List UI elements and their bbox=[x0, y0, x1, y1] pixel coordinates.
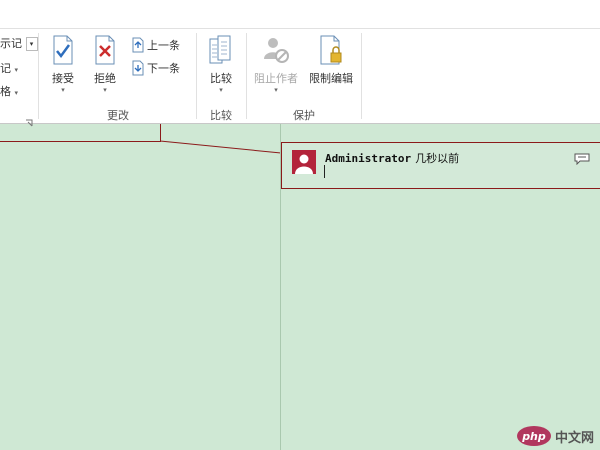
chevron-down-icon: ▾ bbox=[103, 86, 107, 94]
comment-header: Administrator 几秒以前 bbox=[325, 150, 459, 166]
title-strip bbox=[0, 0, 600, 28]
previous-change-button[interactable]: 上一条 bbox=[130, 37, 180, 53]
group-separator bbox=[361, 33, 362, 119]
text-cursor bbox=[324, 165, 325, 178]
block-authors-icon bbox=[264, 38, 289, 63]
accept-label: 接受 bbox=[52, 72, 74, 85]
compare-icon bbox=[209, 35, 231, 64]
user-avatar-icon bbox=[292, 150, 316, 174]
previous-icon bbox=[132, 37, 144, 53]
watermark-text: 中文网 bbox=[554, 430, 594, 446]
compare-button[interactable]: 比较 ▾ bbox=[201, 35, 241, 94]
chevron-down-icon: ▾ bbox=[14, 66, 19, 74]
tracking-markup-label: 示记 bbox=[0, 37, 22, 50]
comment-connector-line bbox=[160, 140, 282, 154]
group-separator bbox=[38, 33, 39, 119]
watermark-logo: php bbox=[516, 426, 551, 446]
reply-button[interactable] bbox=[574, 150, 590, 169]
block-authors-label: 阻止作者 bbox=[254, 72, 298, 85]
accept-button[interactable]: 接受 ▾ bbox=[42, 35, 84, 94]
dialog-launcher-icon[interactable] bbox=[25, 112, 33, 127]
site-watermark: php 中文网 bbox=[516, 426, 594, 446]
restrict-editing-button[interactable]: 限制编辑 bbox=[304, 35, 358, 86]
comment-time: 几秒以前 bbox=[415, 152, 460, 165]
compare-label: 比较 bbox=[210, 72, 232, 85]
group-label-compare: 比较 bbox=[210, 109, 232, 122]
reject-icon bbox=[95, 35, 115, 65]
chevron-down-icon: ▾ bbox=[14, 89, 19, 97]
reject-button[interactable]: 拒绝 ▾ bbox=[84, 35, 126, 94]
next-icon bbox=[132, 60, 144, 76]
previous-change-label: 上一条 bbox=[147, 39, 180, 52]
group-separator bbox=[196, 33, 197, 119]
restrict-editing-label: 限制编辑 bbox=[309, 72, 353, 85]
tracking-show-markup-label: 记 bbox=[0, 62, 11, 75]
group-separator bbox=[246, 33, 247, 119]
comment-anchor-line bbox=[0, 141, 160, 142]
block-authors-button[interactable]: 阻止作者 ▾ bbox=[249, 35, 303, 94]
accept-icon bbox=[53, 35, 73, 65]
group-label-changes: 更改 bbox=[107, 109, 129, 122]
reject-label: 拒绝 bbox=[94, 72, 116, 85]
tracking-pane[interactable]: 格 ▾ bbox=[0, 83, 18, 99]
reply-icon bbox=[574, 153, 590, 166]
next-change-button[interactable]: 下一条 bbox=[130, 60, 180, 76]
tracking-pane-label: 格 bbox=[0, 85, 11, 98]
ribbon: 示记 ▾ 记 ▾ 格 ▾ 接受 ▾ 拒绝 ▾ 上一条 下一条 更改 比较 ▾ 比… bbox=[0, 28, 600, 127]
chevron-down-icon: ▾ bbox=[274, 86, 278, 94]
tracking-show-markup[interactable]: 记 ▾ bbox=[0, 60, 18, 76]
chevron-down-icon: ▾ bbox=[25, 37, 38, 51]
chevron-down-icon: ▾ bbox=[61, 86, 65, 94]
group-label-protect: 保护 bbox=[293, 109, 315, 122]
comment-balloon[interactable]: Administrator 几秒以前 bbox=[281, 142, 600, 189]
chevron-down-icon: ▾ bbox=[219, 86, 223, 94]
next-change-label: 下一条 bbox=[147, 62, 180, 75]
restrict-editing-icon bbox=[320, 35, 342, 65]
comment-author: Administrator bbox=[325, 152, 412, 165]
tracking-markup-dropdown[interactable]: 示记 ▾ bbox=[0, 35, 38, 51]
